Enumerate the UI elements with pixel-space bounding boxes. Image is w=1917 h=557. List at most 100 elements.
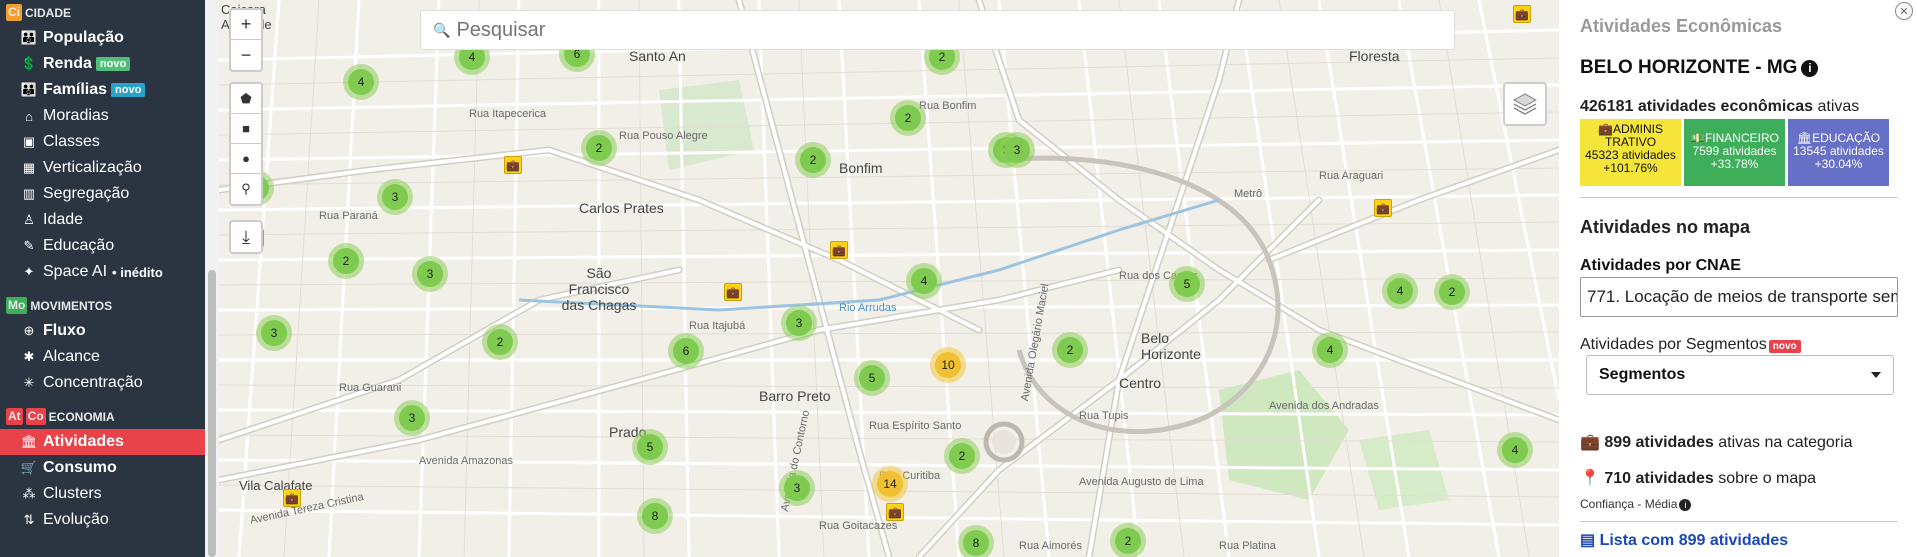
sidebar-item-evolucao[interactable]: ⇅ Evolução	[0, 507, 205, 533]
search-bar[interactable]: 🔍	[420, 10, 1455, 50]
neighborhood-label: Santo An	[629, 48, 686, 64]
map-cluster[interactable]: 8	[637, 498, 673, 534]
activities-list-link[interactable]: ▤ Lista com 899 atividades	[1580, 530, 1788, 550]
section-title: Atividades no mapa	[1580, 217, 1751, 237]
briefcase-icon[interactable]: 💼	[1513, 5, 1531, 23]
sidebar-item-moradias[interactable]: ⌂ Moradias	[0, 103, 205, 129]
map-view[interactable]: Santo An Bonfim Carlos Prates São Franci…	[219, 0, 1559, 557]
section-header-movimentos[interactable]: Mo MOVIMENTOS	[0, 293, 205, 318]
map-cluster[interactable]: 3	[394, 400, 430, 436]
sector-card-educacao[interactable]: 🏛EDUCAÇÃO 13545 atividades +30.04%	[1788, 119, 1889, 186]
sidebar-item-concentracao[interactable]: ✳ Concentração	[0, 370, 205, 396]
info-icon[interactable]: i	[1679, 499, 1692, 511]
close-icon[interactable]: ✕	[1895, 2, 1913, 20]
sidebar-item-clusters[interactable]: ⁂ Clusters	[0, 481, 205, 507]
globe-icon: ⊕	[23, 323, 35, 338]
map-cluster[interactable]: 6	[668, 333, 704, 369]
sidebar-item-alcance[interactable]: ✱ Alcance	[0, 344, 205, 370]
map-cluster[interactable]: 5	[854, 360, 890, 396]
sidebar-item-segregacao[interactable]: ▥ Segregação	[0, 181, 205, 207]
briefcase-icon[interactable]: 💼	[283, 489, 301, 507]
movimentos-badge: Mo	[6, 297, 28, 314]
sidebar-item-renda[interactable]: 💲 Renda novo	[0, 51, 205, 77]
cluster-count: 4	[1387, 278, 1413, 304]
zoom-in-button[interactable]: +	[231, 10, 261, 40]
map-cluster[interactable]: 5	[1169, 266, 1205, 302]
sidebar-item-verticalizacao[interactable]: ▦ Verticalização	[0, 155, 205, 181]
map-cluster[interactable]: 4	[343, 64, 379, 100]
cluster-count: 3	[786, 310, 812, 336]
section-header-economia[interactable]: At Co ECONOMIA	[0, 404, 205, 429]
neighborhood-label: São Francisco das Chagas	[561, 265, 637, 313]
polygon-draw-icon[interactable]: ⬟	[231, 84, 261, 114]
sidebar-item-label: Educação	[43, 237, 115, 254]
map-cluster[interactable]: 5	[632, 429, 668, 465]
map-cluster[interactable]: 4	[1382, 273, 1418, 309]
sidebar-item-educacao[interactable]: ✎ Educação	[0, 233, 205, 259]
sidebar-scrollbar[interactable]	[205, 0, 219, 557]
map-cluster[interactable]: 8	[958, 525, 994, 557]
map-cluster[interactable]: 3	[781, 305, 817, 341]
map-cluster[interactable]: 2	[1434, 274, 1470, 310]
info-icon[interactable]: i	[1801, 60, 1819, 77]
marker-draw-icon[interactable]: ⚲	[231, 174, 261, 204]
sidebar-item-idade[interactable]: ♙ Idade	[0, 207, 205, 233]
briefcase-icon[interactable]: 💼	[886, 503, 904, 521]
category-count: 899 atividades	[1604, 434, 1714, 451]
divider	[1580, 197, 1898, 198]
sidebar-item-space-ai[interactable]: ✦ Space AI • inédito	[0, 259, 205, 285]
search-input[interactable]	[456, 18, 1454, 42]
sector-card-administrativo[interactable]: 💼ADMINIS TRATIVO 45323 atividades +101.7…	[1580, 119, 1681, 186]
map-cluster[interactable]: 3	[779, 470, 815, 506]
map-cluster[interactable]: 3	[412, 256, 448, 292]
novo-badge: novo	[1768, 340, 1801, 353]
circle-draw-icon[interactable]: ●	[231, 144, 261, 174]
map-cluster[interactable]: 2	[1110, 523, 1146, 557]
map-cluster[interactable]: 4	[1497, 432, 1533, 468]
layers-button[interactable]	[1503, 82, 1547, 126]
briefcase-icon[interactable]: 💼	[724, 283, 742, 301]
neighborhood-label: Barro Preto	[759, 388, 831, 404]
map-cluster[interactable]: 2	[795, 142, 831, 178]
sidebar-item-familias[interactable]: 👪 Famílias novo	[0, 77, 205, 103]
scrollbar-thumb[interactable]	[208, 270, 216, 557]
cluster-count: 2	[1439, 279, 1465, 305]
briefcase-icon[interactable]: 💼	[504, 156, 522, 174]
map-cluster[interactable]: 4	[1312, 332, 1348, 368]
map-cluster[interactable]: 2	[1052, 332, 1088, 368]
download-icon[interactable]: ⤓	[231, 222, 261, 252]
briefcase-icon[interactable]: 💼	[1374, 199, 1392, 217]
street-label: Metrô	[1234, 188, 1263, 200]
map-cluster[interactable]: 3	[377, 179, 413, 215]
rectangle-draw-icon[interactable]: ■	[231, 114, 261, 144]
sidebar-item-label: Alcance	[43, 348, 100, 365]
briefcase-icon[interactable]: 💼	[830, 241, 848, 259]
map-cluster[interactable]: 2	[890, 100, 926, 136]
sidebar-item-fluxo[interactable]: ⊕ Fluxo	[0, 318, 205, 344]
cluster-count: 2	[800, 147, 826, 173]
section-header-cidade[interactable]: Ci CIDADE	[0, 0, 205, 25]
map-cluster[interactable]: 2	[482, 324, 518, 360]
clusters-icon: ⁂	[22, 486, 36, 501]
sector-card-financeiro[interactable]: 💵FINANCEIRO 7599 atividades +33.78%	[1684, 119, 1785, 186]
map-cluster[interactable]: 4	[906, 263, 942, 299]
zoom-out-button[interactable]: −	[231, 40, 261, 70]
map-cluster[interactable]: 3	[999, 132, 1035, 168]
evolution-icon: ⇅	[23, 512, 35, 527]
download-control: ⤓	[229, 220, 263, 254]
sidebar-item-classes[interactable]: ▣ Classes	[0, 129, 205, 155]
segments-select[interactable]: Segmentos	[1586, 355, 1894, 395]
cnae-input[interactable]	[1580, 277, 1898, 317]
sidebar-item-populacao[interactable]: 👪 População	[0, 25, 205, 51]
map-cluster[interactable]: 2	[581, 130, 617, 166]
sidebar-item-consumo[interactable]: 🛒 Consumo	[0, 455, 205, 481]
street-label: Rua Goitacazes	[819, 520, 898, 532]
map-cluster[interactable]: 10	[930, 347, 966, 383]
map-cluster[interactable]: 3	[256, 315, 292, 351]
map-cluster[interactable]: 2	[328, 243, 364, 279]
map-cluster[interactable]: 14	[872, 466, 908, 502]
map-cluster[interactable]: 2	[944, 438, 980, 474]
sector-cards: 💼ADMINIS TRATIVO 45323 atividades +101.7…	[1580, 119, 1889, 186]
cluster-count: 2	[1115, 528, 1141, 554]
sidebar-item-atividades[interactable]: 🏛 Atividades	[0, 429, 205, 455]
